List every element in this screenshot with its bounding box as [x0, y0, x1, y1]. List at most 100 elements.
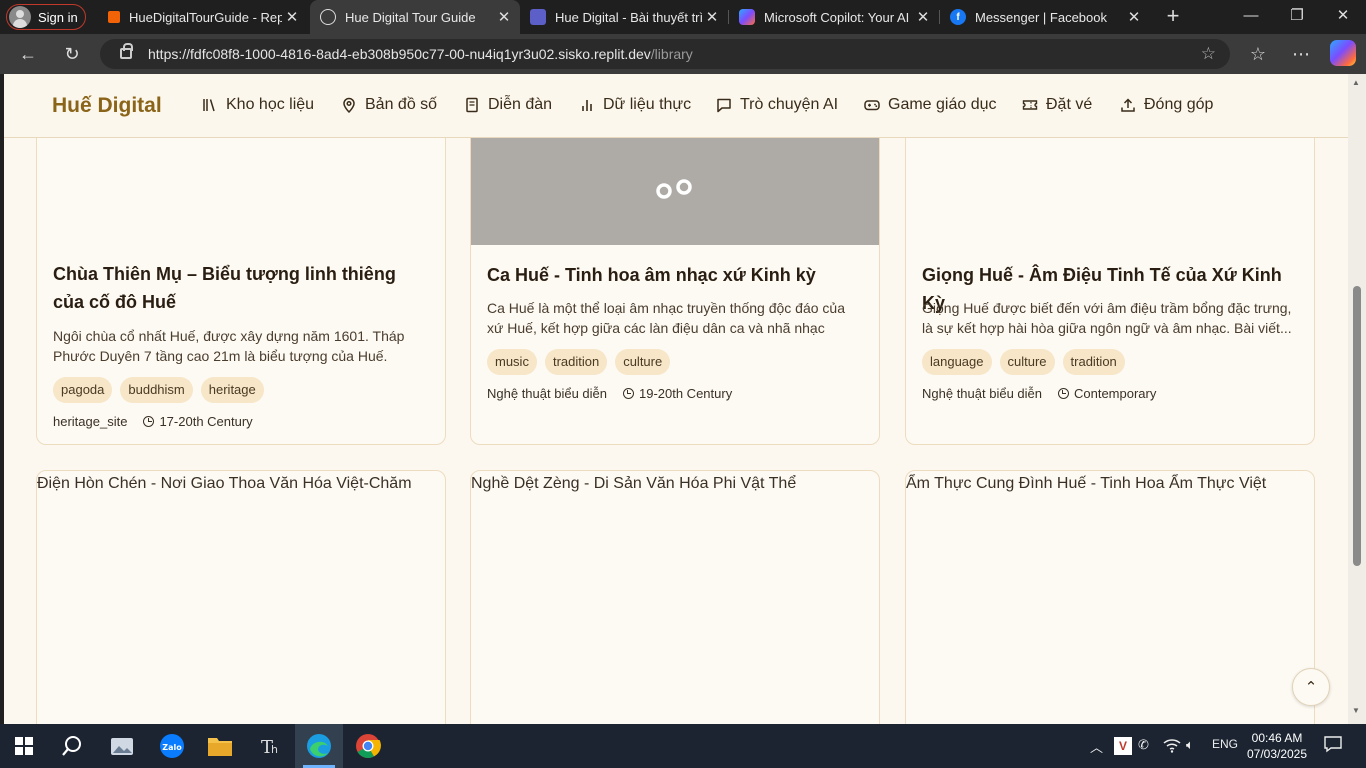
tab-hue-digital-tour-guide[interactable]: Hue Digital Tour Guide ✕ [310, 0, 520, 34]
card-tags: pagoda buddhism heritage [53, 377, 264, 403]
chrome-icon[interactable] [352, 730, 384, 762]
file-explorer-icon[interactable] [204, 730, 236, 762]
tab-title: Hue Digital - Bài thuyết trình [555, 9, 702, 25]
back-arrow-icon[interactable]: ← [14, 40, 42, 68]
upload-icon [1120, 97, 1136, 113]
close-tab-icon[interactable]: ✕ [702, 8, 722, 26]
nav-item-tickets[interactable]: Đặt vé [1022, 96, 1092, 114]
library-card[interactable]: Giọng Huế - Âm Điệu Tinh Tế của Xứ Kinh … [905, 114, 1315, 445]
tag-badge[interactable]: buddhism [120, 377, 193, 403]
history-clock-icon [622, 388, 634, 399]
card-category: Nghệ thuật biểu diễn [922, 386, 1042, 401]
broken-image-alt-text[interactable]: Ẩm Thực Cung Đình Huế - Tinh Hoa Ẩm Thực… [906, 475, 1266, 493]
favorites-list-icon[interactable]: ☆ [1244, 40, 1272, 68]
tab-copilot[interactable]: Microsoft Copilot: Your AI co ✕ [729, 0, 939, 34]
tag-badge[interactable]: heritage [200, 377, 264, 403]
library-card[interactable]: Chùa Thiên Mụ – Biểu tượng linh thiêng c… [36, 114, 446, 445]
scroll-to-top-button[interactable]: ⌃ [1292, 668, 1330, 706]
notifications-icon[interactable] [1324, 735, 1342, 756]
tag-badge[interactable]: language [922, 349, 992, 375]
page-viewport: Chùa Thiên Mụ – Biểu tượng linh thiêng c… [4, 74, 1348, 724]
volume-icon[interactable]: 🔈︎ [1186, 737, 1194, 753]
favorite-star-icon[interactable]: ☆ [1201, 39, 1216, 69]
card-category: Nghệ thuật biểu diễn [487, 386, 607, 401]
tag-badge[interactable]: pagoda [53, 377, 113, 403]
library-icon [202, 97, 218, 113]
site-logo[interactable]: Huế Digital [52, 94, 162, 118]
page-scrollbar[interactable]: ▲ ▼ [1348, 74, 1366, 724]
scrollbar-thumb[interactable] [1353, 286, 1361, 566]
nav-item-ai-chat[interactable]: Trò chuyện AI [716, 96, 838, 114]
card-era: 19-20th Century [622, 386, 733, 401]
ticket-icon [1022, 97, 1038, 113]
minimize-icon[interactable]: — [1228, 0, 1274, 34]
era-text: 19-20th Century [638, 386, 733, 401]
nav-label: Game giáo dục [888, 96, 997, 113]
site-header: Huế Digital Kho học liệu Bản đồ số Diễn … [4, 74, 1348, 138]
nav-label: Trò chuyện AI [740, 96, 839, 113]
text-app-icon[interactable]: Th [254, 730, 286, 762]
close-window-icon[interactable]: ✕ [1320, 0, 1366, 34]
sign-in-button[interactable]: Sign in [6, 4, 86, 30]
nav-item-games[interactable]: Game giáo dục [864, 96, 997, 114]
more-menu-icon[interactable]: ⋯ [1287, 40, 1315, 68]
broken-image-alt-text[interactable]: Điện Hòn Chén - Nơi Giao Thoa Văn Hóa Vi… [37, 475, 412, 493]
nav-label: Dữ liệu thực [603, 96, 692, 113]
nav-item-library[interactable]: Kho học liệu [202, 96, 314, 114]
map-pin-icon [341, 97, 357, 113]
tab-replit[interactable]: HueDigitalTourGuide - Replit ✕ [98, 0, 308, 34]
edge-browser-icon[interactable] [295, 724, 343, 768]
svg-text:Zalo: Zalo [162, 743, 182, 752]
nav-item-map[interactable]: Bản đồ số [341, 96, 437, 114]
tab-messenger[interactable]: f Messenger | Facebook ✕ [940, 0, 1150, 34]
svg-text:h: h [271, 743, 278, 756]
music-image-placeholder-icon [654, 163, 692, 199]
tab-title: HueDigitalTourGuide - Replit [129, 9, 282, 25]
card-title[interactable]: Chùa Thiên Mụ – Biểu tượng linh thiêng c… [53, 260, 429, 316]
language-indicator[interactable]: ENG [1212, 737, 1238, 751]
card-title[interactable]: Ca Huế - Tinh hoa âm nhạc xứ Kinh kỳ [487, 261, 863, 289]
library-card[interactable]: Nghề Dệt Zèng - Di Sản Văn Hóa Phi Vật T… [470, 470, 880, 724]
close-tab-icon[interactable]: ✕ [913, 8, 933, 26]
library-card[interactable]: Điện Hòn Chén - Nơi Giao Thoa Văn Hóa Vi… [36, 470, 446, 724]
url-path: /library [650, 46, 693, 62]
card-tags: language culture tradition [922, 349, 1125, 375]
card-meta: Nghệ thuật biểu diễn 19-20th Century [487, 386, 732, 401]
wifi-icon[interactable] [1163, 737, 1181, 756]
chevron-up-icon: ⌃ [1304, 679, 1318, 696]
system-clock[interactable]: 00:46 AM 07/03/2025 [1243, 730, 1311, 762]
nav-item-contribute[interactable]: Đóng góp [1120, 96, 1213, 114]
tag-badge[interactable]: tradition [544, 349, 608, 375]
tag-badge[interactable]: culture [999, 349, 1055, 375]
tab-presentation[interactable]: Hue Digital - Bài thuyết trình ✕ [520, 0, 728, 34]
show-hidden-icons-chevron-icon[interactable]: ︿ [1090, 737, 1103, 756]
scroll-up-arrow-icon[interactable]: ▲ [1352, 78, 1360, 87]
refresh-icon[interactable]: ↻ [58, 40, 86, 68]
close-tab-icon[interactable]: ✕ [494, 8, 514, 26]
card-meta: heritage_site 17-20th Century [53, 414, 253, 429]
browser-tab-strip: Sign in HueDigitalTourGuide - Replit ✕ H… [0, 0, 1366, 34]
card-era: Contemporary [1057, 386, 1156, 401]
copilot-sidebar-icon[interactable] [1330, 40, 1356, 66]
library-card[interactable]: Ẩm Thực Cung Đình Huế - Tinh Hoa Ẩm Thực… [905, 470, 1315, 724]
input-method-icon[interactable]: ✆ [1138, 737, 1149, 753]
search-icon[interactable] [56, 730, 88, 762]
photos-app-icon[interactable] [106, 730, 138, 762]
antivirus-tray-icon[interactable]: V [1114, 737, 1132, 755]
tag-badge[interactable]: tradition [1062, 349, 1125, 375]
address-bar[interactable]: https://fdfc08f8-1000-4816-8ad4-eb308b95… [100, 39, 1230, 69]
zalo-icon[interactable]: Zalo [156, 730, 188, 762]
lock-icon [120, 43, 133, 59]
restore-icon[interactable]: ❐ [1274, 0, 1320, 34]
nav-item-forum[interactable]: Diễn đàn [464, 96, 552, 114]
scroll-down-arrow-icon[interactable]: ▼ [1352, 706, 1360, 715]
windows-start-icon[interactable] [8, 730, 40, 762]
new-tab-plus-icon[interactable]: + [1160, 4, 1186, 30]
nav-item-real-data[interactable]: Dữ liệu thực [579, 96, 691, 114]
broken-image-alt-text[interactable]: Nghề Dệt Zèng - Di Sản Văn Hóa Phi Vật T… [471, 475, 796, 493]
library-card[interactable]: Ca Huế - Tinh hoa âm nhạc xứ Kinh kỳ Ca … [470, 114, 880, 445]
tag-badge[interactable]: music [487, 349, 537, 375]
close-tab-icon[interactable]: ✕ [282, 8, 302, 26]
tag-badge[interactable]: culture [615, 349, 671, 375]
close-tab-icon[interactable]: ✕ [1124, 8, 1144, 26]
